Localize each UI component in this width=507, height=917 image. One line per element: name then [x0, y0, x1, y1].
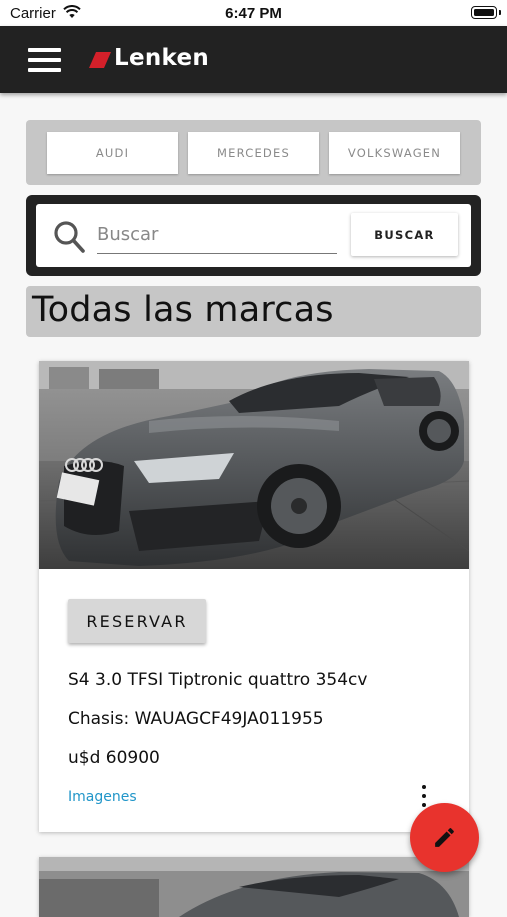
- car-model: S4 3.0 TFSI Tiptronic quattro 354cv: [68, 670, 368, 690]
- page-title: Todas las marcas: [32, 290, 334, 330]
- car-photo: [39, 857, 469, 917]
- status-bar: Carrier 6:47 PM: [0, 0, 507, 26]
- reserve-button[interactable]: RESERVAR: [68, 599, 206, 643]
- brand-filter-mercedes[interactable]: MERCEDES: [188, 132, 319, 174]
- car-photo: [39, 361, 469, 569]
- more-options-icon[interactable]: [419, 785, 429, 809]
- search-panel: BUSCAR: [26, 195, 481, 276]
- battery-icon: [471, 6, 497, 19]
- edit-pencil-icon: [435, 828, 454, 847]
- clock: 6:47 PM: [225, 5, 282, 22]
- edit-fab-button[interactable]: [410, 803, 479, 872]
- car-card: [39, 857, 469, 917]
- images-link[interactable]: Imagenes: [68, 789, 137, 805]
- car-chasis: Chasis: WAUAGCF49JA011955: [68, 709, 324, 729]
- search-icon: [54, 221, 85, 253]
- search-button[interactable]: BUSCAR: [351, 213, 458, 256]
- brand-filter-volkswagen[interactable]: VOLKSWAGEN: [329, 132, 460, 174]
- menu-icon[interactable]: [28, 48, 61, 72]
- car-card: RESERVAR S4 3.0 TFSI Tiptronic quattro 3…: [39, 361, 469, 832]
- search-input[interactable]: [97, 216, 337, 254]
- brand-filter-audi[interactable]: AUDI: [47, 132, 178, 174]
- brand-logo-text: Lenken: [114, 45, 210, 71]
- section-header: Todas las marcas: [26, 286, 481, 337]
- brand-filter-bar: AUDI MERCEDES VOLKSWAGEN: [26, 120, 481, 185]
- app-bar: Lenken: [0, 26, 507, 93]
- car-price: u$d 60900: [68, 748, 160, 768]
- lenken-logo-mark: [89, 52, 111, 68]
